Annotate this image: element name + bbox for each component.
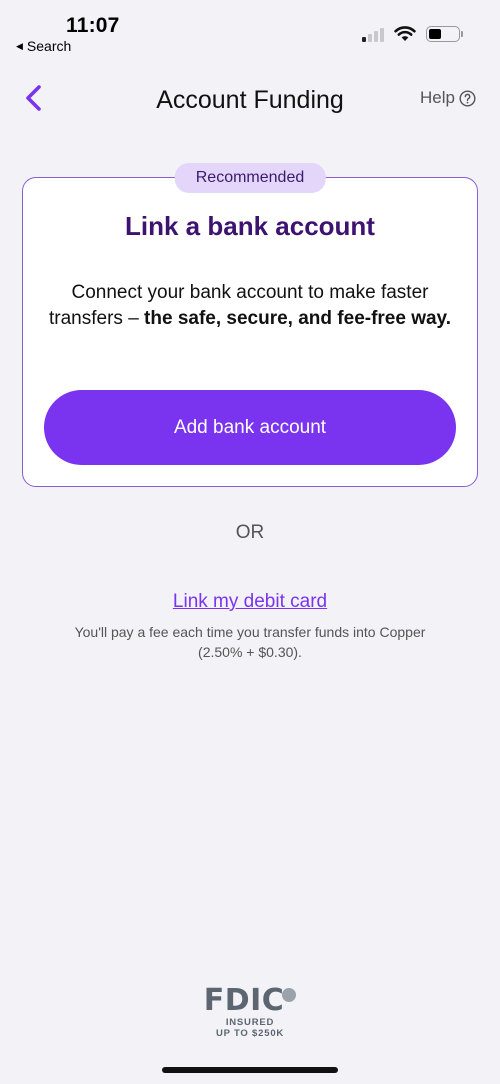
- recommended-badge: Recommended: [174, 163, 326, 193]
- battery-icon: [426, 26, 463, 42]
- fdic-logo-text: FDIC: [203, 983, 285, 1018]
- card-description: Connect your bank account to make faster…: [49, 280, 451, 332]
- fdic-seal-icon: [282, 988, 297, 1002]
- status-time: 11:07: [66, 14, 120, 37]
- debit-fee-note: You'll pay a fee each time you transfer …: [74, 624, 426, 660]
- wifi-icon: [394, 26, 416, 41]
- status-back-to-search[interactable]: ◀ Search: [16, 38, 71, 54]
- fdic-insured-label: INSURED: [225, 1017, 275, 1028]
- card-description-emphasis: the safe, secure, and fee-free way.: [144, 308, 451, 329]
- fdic-badge: FDIC INSURED UP TO $250K: [0, 985, 500, 1039]
- add-bank-account-button[interactable]: Add bank account: [44, 390, 456, 465]
- account-funding-screen: 11:07 ◀ Search Account Funding Help Reco…: [0, 0, 500, 1084]
- question-circle-icon: [459, 89, 476, 107]
- bank-account-card: Recommended Link a bank account Connect …: [22, 163, 478, 487]
- fdic-logo: FDIC: [204, 985, 297, 1017]
- help-button[interactable]: Help: [420, 88, 476, 108]
- back-triangle-icon: ◀: [16, 40, 23, 51]
- status-back-label: Search: [26, 38, 72, 54]
- signal-icon: [362, 26, 384, 42]
- fdic-limit-label: UP TO $250K: [215, 1028, 285, 1039]
- home-indicator[interactable]: [162, 1067, 338, 1073]
- card-title: Link a bank account: [125, 211, 375, 241]
- link-debit-card-link[interactable]: Link my debit card: [0, 591, 500, 613]
- help-label: Help: [420, 88, 455, 107]
- status-icons: [362, 26, 463, 42]
- or-divider: OR: [235, 522, 265, 543]
